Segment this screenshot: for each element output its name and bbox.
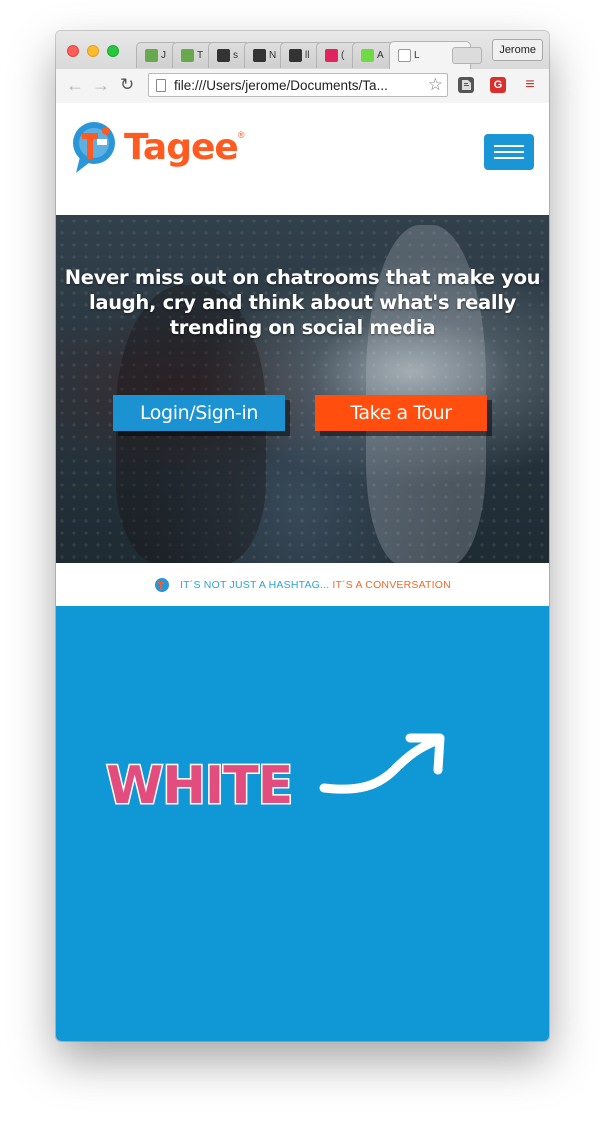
grammarly-icon[interactable]: G <box>490 77 506 93</box>
new-tab-button[interactable] <box>452 47 482 64</box>
tab-title: J <box>161 50 166 61</box>
tab-title: A <box>377 50 384 61</box>
profile-button[interactable]: Jerome <box>492 39 543 61</box>
forward-arrow-icon[interactable]: → <box>92 75 110 95</box>
login-sign-in-button[interactable]: Login/Sign-in <box>113 395 285 431</box>
close-window-button[interactable] <box>67 45 79 57</box>
hamburger-line <box>494 145 524 147</box>
upwork-favicon-icon <box>361 49 374 62</box>
tagee-logo[interactable]: Tagee ® <box>70 117 244 177</box>
url-text[interactable]: file:///Users/jerome/Documents/Ta... <box>174 78 388 93</box>
tab-title: ll <box>305 50 310 61</box>
hero-headline: Never miss out on chatrooms that make yo… <box>64 266 541 339</box>
take-a-tour-button[interactable]: Take a Tour <box>315 395 487 431</box>
chat-bubble-logo-icon <box>73 122 115 173</box>
tagline-part-2: IT´S A CONVERSATION <box>332 578 451 591</box>
reload-icon[interactable]: ↻ <box>120 75 134 95</box>
tab-title: L <box>414 50 420 61</box>
browser-toolbar: ← → ↻ file:///Users/jerome/Documents/Ta.… <box>56 69 549 104</box>
annotation-arrow-icon <box>319 733 445 794</box>
hamburger-line <box>494 157 524 159</box>
menu-icon[interactable]: ≡ <box>522 77 538 93</box>
tagline-bar: IT´S NOT JUST A HASHTAG... IT´S A CONVER… <box>56 563 549 606</box>
hamburger-line <box>494 151 524 153</box>
site-header: Tagee ® <box>56 103 549 215</box>
zoom-window-button[interactable] <box>107 45 119 57</box>
hero-section: Never miss out on chatrooms that make yo… <box>56 215 549 563</box>
tab-strip: JTsNll(AL× Jerome <box>56 31 549 69</box>
tab-title: T <box>197 50 204 61</box>
registered-mark: ® <box>237 130 245 140</box>
back-arrow-icon[interactable]: ← <box>66 75 84 95</box>
logo-wordmark: Tagee <box>124 126 239 168</box>
minimize-window-button[interactable] <box>87 45 99 57</box>
tab-title: ( <box>341 50 345 61</box>
leaf-favicon-icon <box>181 49 194 62</box>
tab-title: N <box>269 50 277 61</box>
shopping-bag-favicon-icon <box>217 49 230 62</box>
it-favicon-icon <box>325 49 338 62</box>
shopping-bag-favicon-icon <box>253 49 266 62</box>
page-icon <box>156 78 166 92</box>
leaf-favicon-icon <box>145 49 158 62</box>
mini-logo-icon <box>155 577 170 592</box>
page-viewport: Tagee ® Never miss out on chatrooms that… <box>56 103 549 1041</box>
evernote-icon[interactable] <box>458 77 474 93</box>
bookmark-star-icon[interactable]: ☆ <box>428 75 443 95</box>
blank-page-icon <box>398 49 411 62</box>
tab-title: s <box>233 50 238 61</box>
tagline-part-1: IT´S NOT JUST A HASHTAG... <box>180 578 330 591</box>
blue-content-section: WHITE <box>56 606 549 1041</box>
browser-window: JTsNll(AL× Jerome ← → ↻ file:///Users/je… <box>56 31 549 1041</box>
hamburger-menu-button[interactable] <box>484 134 534 170</box>
address-bar[interactable]: file:///Users/jerome/Documents/Ta... ☆ <box>148 73 448 97</box>
shopping-bag-favicon-icon <box>289 49 302 62</box>
annotation-word: WHITE <box>104 755 294 818</box>
